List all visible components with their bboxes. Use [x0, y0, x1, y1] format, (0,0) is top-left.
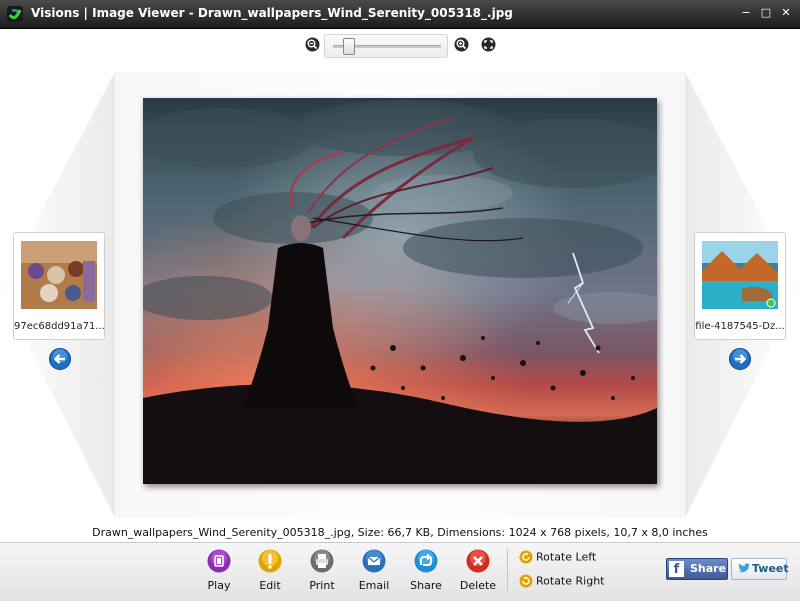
facebook-share-button[interactable]: f Share — [666, 558, 728, 580]
previous-thumbnail-caption: 97ec68dd91a71... — [14, 321, 104, 332]
previous-thumbnail[interactable]: 97ec68dd91a71... — [13, 232, 105, 340]
twitter-bird-icon — [737, 563, 750, 573]
next-thumbnail[interactable]: file-4187545-Dz... — [694, 232, 786, 340]
toolbar-separator — [507, 549, 508, 593]
previous-thumbnail-image — [21, 241, 97, 309]
rotate-right-icon — [519, 574, 533, 588]
wallpaper-image — [143, 98, 657, 484]
facebook-icon: f — [669, 561, 684, 577]
rotate-left-icon — [519, 550, 533, 564]
main-image[interactable] — [143, 98, 657, 484]
edit-icon — [258, 549, 282, 573]
rotate-left-button[interactable]: Rotate Left — [519, 550, 596, 568]
image-info-text: Drawn_wallpapers_Wind_Serenity_005318_.j… — [92, 526, 708, 539]
facebook-share-label: Share — [690, 562, 727, 575]
print-icon — [310, 549, 334, 573]
edit-label: Edit — [259, 579, 281, 592]
play-button[interactable]: Play — [195, 547, 243, 597]
delete-label: Delete — [459, 579, 497, 592]
share-button[interactable]: Share — [402, 547, 450, 597]
share-label: Share — [410, 579, 442, 592]
previous-arrow-icon[interactable] — [49, 348, 71, 370]
next-thumbnail-image — [702, 241, 778, 309]
print-label: Print — [309, 579, 335, 592]
edit-button[interactable]: Edit — [246, 547, 294, 597]
share-icon — [414, 549, 438, 573]
email-label: Email — [358, 579, 390, 592]
email-button[interactable]: Email — [350, 547, 398, 597]
play-label: Play — [207, 579, 231, 592]
delete-button[interactable]: Delete — [454, 547, 502, 597]
email-icon — [362, 549, 386, 573]
rotate-right-button[interactable]: Rotate Right — [519, 574, 604, 592]
next-thumbnail-caption: file-4187545-Dz... — [695, 321, 785, 332]
rotate-right-label: Rotate Right — [536, 574, 605, 588]
rotate-left-label: Rotate Left — [536, 550, 597, 564]
print-button[interactable]: Print — [298, 547, 346, 597]
play-icon — [207, 549, 231, 573]
next-arrow-icon[interactable] — [729, 348, 751, 370]
tweet-label: Tweet — [752, 562, 789, 575]
delete-icon — [466, 549, 490, 573]
tweet-button[interactable]: Tweet — [731, 558, 789, 580]
